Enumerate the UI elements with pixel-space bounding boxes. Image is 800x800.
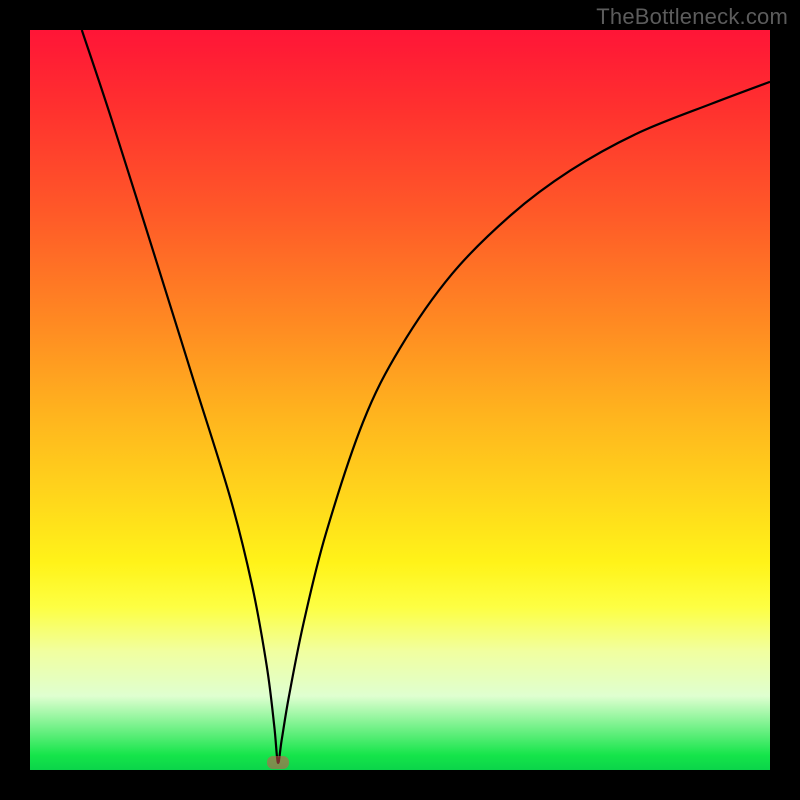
minimum-marker <box>267 756 289 769</box>
chart-plot-area <box>30 30 770 770</box>
bottleneck-curve <box>30 30 770 770</box>
curve-path <box>82 30 770 763</box>
watermark-text: TheBottleneck.com <box>596 4 788 30</box>
